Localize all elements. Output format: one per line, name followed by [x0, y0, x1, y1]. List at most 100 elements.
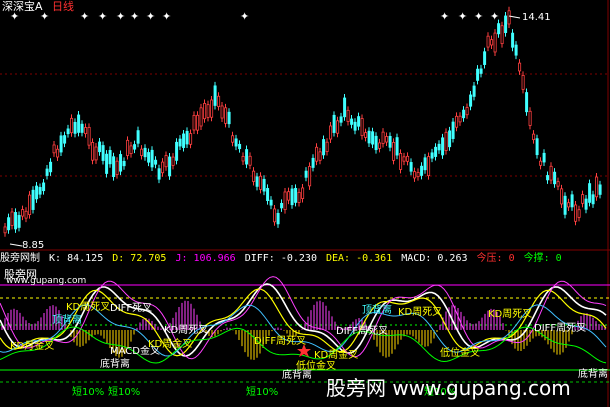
dea-value: DEA: -0.361: [326, 253, 393, 264]
candle: [234, 134, 238, 151]
candle: [315, 143, 319, 166]
period-label: 日线: [52, 0, 75, 13]
candle: [500, 21, 504, 48]
j-value: J: 106.966: [175, 253, 236, 264]
candle: [115, 157, 119, 179]
candle: [318, 147, 322, 165]
candle: [231, 131, 235, 147]
candle: [364, 128, 368, 142]
candle: [507, 6, 511, 28]
star-icon: ✦: [458, 10, 467, 23]
stock-name: 深深宝A: [2, 0, 43, 13]
candle: [406, 152, 410, 166]
star-icon: ✦: [440, 10, 449, 23]
candle: [73, 118, 77, 138]
candle: [84, 123, 88, 138]
candle: [469, 90, 473, 111]
star-icon: ✦: [130, 10, 139, 23]
candle: [143, 144, 147, 161]
candle: [266, 184, 270, 205]
signal-label: 顶背离: [362, 305, 392, 316]
candle: [395, 133, 399, 160]
candle: [213, 81, 217, 110]
candle: [192, 111, 196, 134]
candle: [196, 111, 200, 135]
signal-label: DIFF周死叉: [534, 323, 587, 334]
window-header: 深深宝A 日线: [2, 0, 74, 14]
candle: [381, 128, 385, 148]
candle: [490, 35, 494, 49]
low-arrow-icon: [9, 243, 23, 247]
candle: [3, 222, 7, 237]
signal-label: 底背离: [282, 370, 312, 381]
candle: [423, 153, 427, 174]
star-icon: ✦: [98, 10, 107, 23]
signal-label: 底背离: [100, 359, 130, 370]
candle: [574, 200, 578, 226]
signal-label: 底背离: [578, 369, 608, 380]
candle: [297, 188, 301, 207]
diff-value: DIFF: -0.230: [244, 253, 317, 264]
k-value: K: 84.125: [49, 253, 104, 264]
candle: [301, 183, 305, 203]
candle: [430, 148, 434, 163]
candle: [472, 82, 476, 101]
candle: [332, 111, 336, 137]
candle: [549, 162, 553, 185]
candle: [206, 100, 210, 122]
candle: [462, 106, 466, 122]
candle: [91, 138, 95, 165]
candle: [168, 153, 172, 180]
candle: [525, 88, 529, 116]
candle: [28, 191, 32, 219]
star-icon: ✦: [490, 10, 499, 23]
candle: [353, 118, 357, 135]
candle: [14, 208, 18, 233]
candle: [427, 152, 431, 180]
candle: [59, 131, 63, 157]
candlestick-series: [3, 6, 602, 237]
candle: [420, 162, 424, 180]
candle: [217, 92, 221, 111]
candle: [514, 41, 518, 60]
star-icon: ✦: [146, 10, 155, 23]
candle: [105, 150, 109, 178]
candle: [294, 184, 298, 207]
panel-watermark-url: www.gupang.com: [6, 276, 87, 286]
candle: [308, 162, 312, 190]
star-markers: ✦ ✦ ✦ ✦ ✦ ✦ ✦ ✦ ✦ ✦ ✦ ✦ ✦: [10, 10, 499, 23]
candle: [339, 112, 343, 127]
candle: [220, 101, 224, 123]
candle: [388, 132, 392, 152]
signal-label: DIFF死叉: [110, 303, 153, 314]
candle: [227, 108, 231, 128]
candle: [535, 134, 539, 159]
candle: [49, 158, 53, 176]
candle: [112, 152, 116, 181]
candle: [553, 168, 557, 188]
candle: [399, 149, 403, 174]
star-icon: ✦: [474, 10, 483, 23]
candle: [126, 136, 130, 160]
candle: [189, 129, 193, 149]
high-arrow-icon: [508, 15, 521, 19]
indicator-readout: 股旁网制 K: 84.125 D: 72.705 J: 106.966 DIFF…: [0, 252, 610, 265]
candle: [157, 164, 161, 184]
candle: [409, 158, 413, 176]
candle: [532, 130, 536, 144]
candle: [66, 124, 70, 138]
candle: [343, 94, 347, 121]
candle: [563, 192, 567, 219]
candle: [311, 154, 315, 172]
candle: [255, 172, 259, 191]
candle: [465, 103, 469, 119]
signal-label: 低位金叉: [440, 348, 480, 359]
indicator-name: 股旁网制: [0, 253, 40, 264]
candle: [150, 146, 154, 171]
candle: [87, 123, 91, 150]
candle: [182, 129, 186, 152]
signal-label: KD周死叉: [164, 325, 209, 336]
candle: [133, 140, 137, 154]
signal-label: DIFF周死叉: [254, 336, 307, 347]
candle: [35, 182, 39, 203]
